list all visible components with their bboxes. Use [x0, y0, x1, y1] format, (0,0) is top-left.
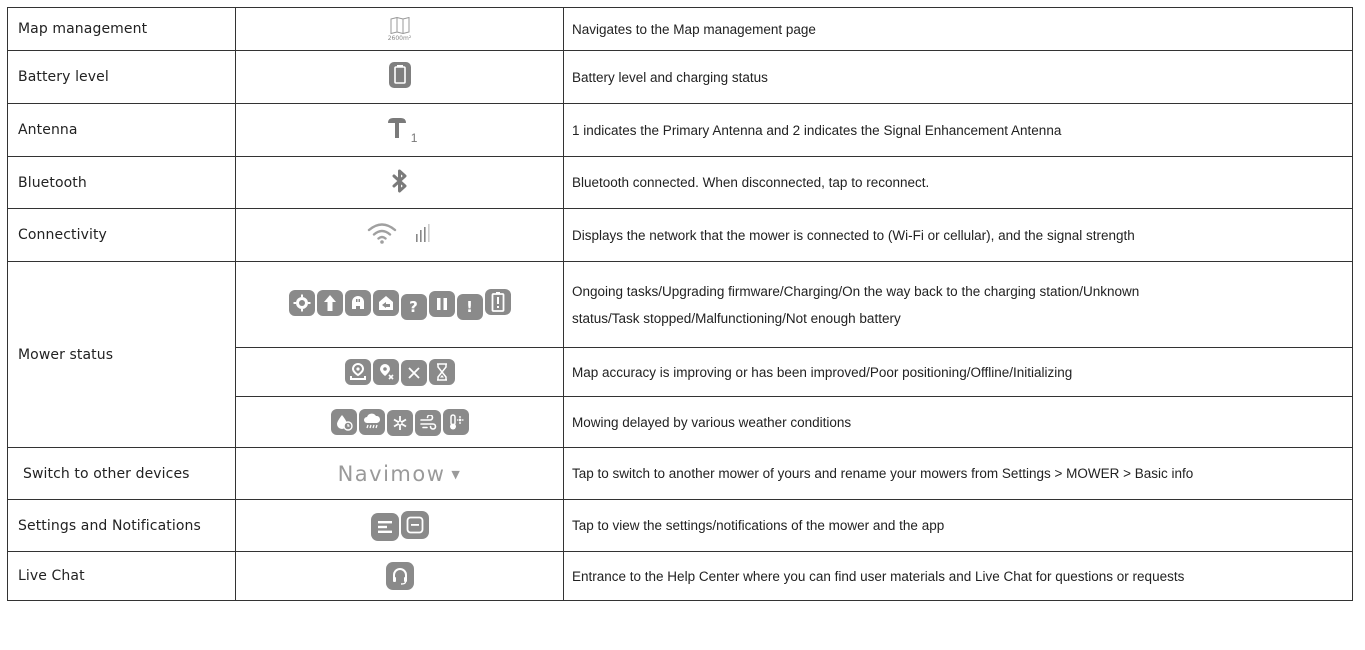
row-description: Map accuracy is improving or has been im…: [563, 347, 1353, 397]
notifications-icon[interactable]: [400, 510, 429, 539]
low-battery-icon: [484, 289, 511, 315]
live-chat-icon[interactable]: [385, 562, 414, 590]
row-label: Switch to other devices: [7, 447, 236, 500]
table-row: Switch to other devices Navimow ▼ Tap to …: [7, 447, 1353, 500]
map-accuracy-icon: [344, 358, 371, 385]
row-description: 1 indicates the Primary Antenna and 2 in…: [563, 103, 1353, 157]
rain-delay-icon: [330, 408, 357, 435]
row-label: Connectivity: [7, 208, 236, 262]
poor-positioning-icon: [372, 358, 399, 385]
ongoing-task-icon: [288, 290, 315, 316]
table-row: Battery level Battery level and charging…: [7, 50, 1353, 104]
row-description: Tap to view the settings/notifications o…: [563, 499, 1353, 552]
heat-icon: [442, 408, 469, 435]
row-description: Bluetooth connected. When disconnected, …: [563, 156, 1353, 209]
initializing-icon: [428, 358, 455, 385]
table-row: Antenna 1 1 indicates the Primary Antenn…: [7, 103, 1353, 157]
device-name: Navimow: [337, 461, 446, 486]
battery-icon[interactable]: [388, 62, 411, 92]
antenna-icon: 1: [387, 118, 421, 145]
caret-down-icon: ▼: [451, 467, 462, 481]
feature-table: Map management 2600m² Navigates to the M…: [7, 7, 1353, 601]
malfunction-icon: !: [456, 294, 483, 320]
row-label: Antenna: [7, 103, 236, 157]
offline-icon: [400, 359, 427, 386]
row-description: Battery level and charging status: [563, 50, 1353, 104]
row-label: Settings and Notifications: [7, 499, 236, 552]
row-label: Bluetooth: [7, 156, 236, 209]
row-label: Live Chat: [7, 551, 236, 601]
charging-icon: [344, 290, 371, 316]
map-icon[interactable]: 2600m²: [387, 16, 412, 42]
wifi-icon: [367, 222, 397, 248]
table-row: Live Chat Entrance to the Help Center wh…: [7, 551, 1353, 601]
table-row: Connectivity Displays the network that t…: [7, 208, 1353, 262]
upgrade-icon: [316, 290, 343, 316]
task-stopped-icon: [428, 291, 455, 317]
bluetooth-icon[interactable]: [392, 169, 408, 197]
device-switcher[interactable]: Navimow ▼: [338, 462, 462, 486]
storm-icon: [358, 408, 385, 435]
frost-icon: [386, 409, 413, 436]
table-row: Mower status ? ! Ongoing tasks/Upgrading…: [7, 261, 1353, 448]
settings-icon[interactable]: [370, 512, 399, 541]
returning-icon: [372, 290, 399, 316]
row-description: Displays the network that the mower is c…: [563, 208, 1353, 262]
row-label: Mower status: [7, 261, 236, 448]
row-description: Ongoing tasks/Upgrading firmware/Chargin…: [563, 261, 1353, 348]
row-description: Mowing delayed by various weather condit…: [563, 396, 1353, 448]
row-description: Tap to switch to another mower of yours …: [563, 447, 1353, 500]
antenna-number: 1: [410, 131, 418, 145]
cellular-signal-icon: [416, 224, 432, 246]
row-description: Entrance to the Help Center where you ca…: [563, 551, 1353, 601]
row-label: Map management: [7, 7, 236, 51]
table-row: Map management 2600m² Navigates to the M…: [7, 7, 1353, 51]
wind-icon: [414, 409, 441, 436]
table-row: Settings and Notifications Tap to view t…: [7, 499, 1353, 552]
desc-line-1: Ongoing tasks/Upgrading firmware/Chargin…: [572, 283, 1140, 299]
row-label: Battery level: [7, 50, 236, 104]
row-description: Navigates to the Map management page: [563, 7, 1353, 51]
unknown-icon: ?: [400, 294, 427, 320]
map-area-caption: 2600m²: [387, 34, 412, 42]
desc-line-2: status/Task stopped/Malfunctioning/Not e…: [572, 310, 901, 326]
table-row: Bluetooth Bluetooth connected. When disc…: [7, 156, 1353, 209]
